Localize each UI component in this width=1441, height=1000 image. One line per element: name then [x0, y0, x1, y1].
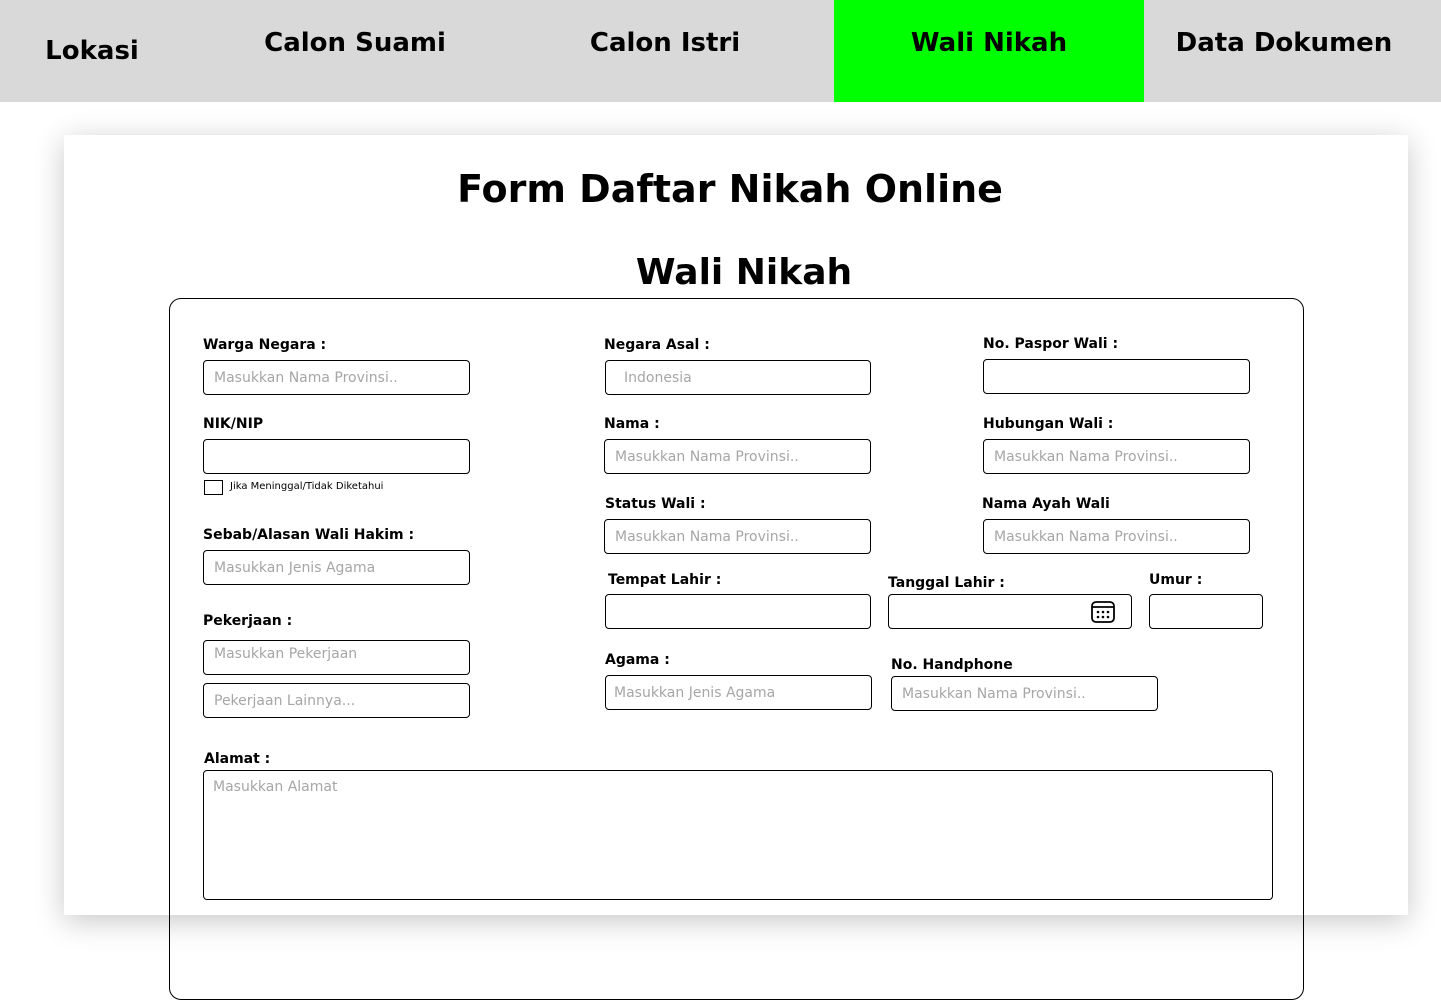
agama-label: Agama : [605, 652, 670, 668]
warga-negara-input[interactable] [203, 360, 470, 395]
alamat-textarea[interactable] [203, 770, 1273, 900]
tempat-lahir-input[interactable] [605, 594, 871, 629]
no-paspor-label: No. Paspor Wali : [983, 336, 1119, 352]
calendar-icon[interactable] [1090, 598, 1116, 624]
nama-ayah-wali-label: Nama Ayah Wali [982, 496, 1110, 512]
negara-asal-label: Negara Asal : [604, 337, 710, 353]
meninggal-checkbox-label: Jika Meninggal/Tidak Diketahui [230, 481, 384, 492]
sebab-input[interactable] [203, 550, 470, 585]
no-handphone-label: No. Handphone [891, 657, 1013, 673]
form-card: Form Daftar Nikah Online Wali Nikah Warg… [64, 135, 1408, 1000]
nama-label: Nama : [604, 416, 660, 432]
tab-label: Lokasi [45, 36, 139, 66]
tab-wali-nikah[interactable]: Wali Nikah [834, 0, 1144, 102]
tab-data-dokumen[interactable]: Data Dokumen [1144, 0, 1424, 102]
warga-negara-label: Warga Negara : [203, 337, 327, 353]
tempat-lahir-label: Tempat Lahir : [608, 572, 722, 588]
tab-label: Data Dokumen [1175, 28, 1393, 58]
nama-input[interactable] [604, 439, 871, 474]
sebab-label: Sebab/Alasan Wali Hakim : [203, 527, 415, 543]
meninggal-checkbox[interactable] [204, 480, 223, 495]
pekerjaan-input[interactable] [203, 640, 470, 675]
nik-input[interactable] [203, 439, 470, 474]
form-box: Warga Negara : NIK/NIP Jika Meninggal/Ti… [169, 298, 1304, 1000]
tab-calon-suami[interactable]: Calon Suami [200, 0, 510, 102]
hubungan-wali-label: Hubungan Wali : [983, 416, 1114, 432]
tab-label: Calon Istri [589, 28, 741, 58]
umur-input[interactable] [1149, 594, 1263, 629]
umur-label: Umur : [1149, 572, 1203, 588]
nama-ayah-wali-input[interactable] [983, 519, 1250, 554]
no-paspor-input[interactable] [983, 359, 1250, 394]
no-handphone-input[interactable] [891, 676, 1158, 711]
tanggal-lahir-label: Tanggal Lahir : [888, 575, 1005, 591]
tab-label: Wali Nikah [910, 28, 1068, 58]
tab-label: Calon Suami [264, 28, 446, 58]
status-wali-label: Status Wali : [605, 496, 706, 512]
status-wali-input[interactable] [604, 519, 871, 554]
page-title: Form Daftar Nikah Online [457, 167, 1003, 211]
tab-lokasi[interactable]: Lokasi [0, 0, 184, 102]
pekerjaan-label: Pekerjaan : [203, 613, 293, 629]
agama-input[interactable] [605, 675, 872, 710]
alamat-label: Alamat : [204, 751, 271, 767]
negara-asal-input[interactable] [605, 360, 871, 395]
tab-calon-istri[interactable]: Calon Istri [510, 0, 820, 102]
pekerjaan-lainnya-input[interactable] [203, 683, 470, 718]
hubungan-wali-input[interactable] [983, 439, 1250, 474]
section-title: Wali Nikah [635, 252, 853, 293]
nik-label: NIK/NIP [203, 416, 264, 432]
tab-bar: Lokasi Calon Suami Calon Istri Wali Nika… [0, 0, 1441, 102]
